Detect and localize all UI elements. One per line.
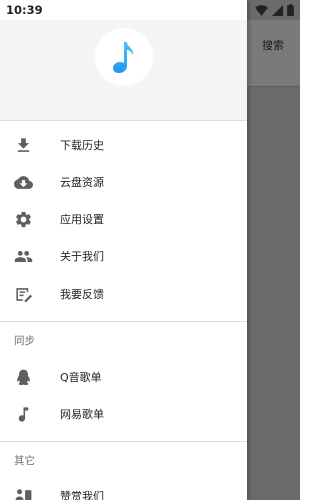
battery-icon — [287, 4, 294, 16]
settings-icon — [16, 211, 31, 228]
menu-item-netease-playlist[interactable]: 网易歌单 — [0, 396, 247, 433]
divider — [0, 120, 247, 121]
divider — [0, 321, 247, 322]
drawer-header — [0, 20, 247, 120]
menu-item-reward-us[interactable]: 赞赏我们 — [0, 478, 247, 500]
download-icon — [17, 138, 30, 152]
menu-item-qq-playlist[interactable]: Q音歌单 — [0, 359, 247, 396]
app-screen: 搜索 下载历史 云盘资源 应用设置 关于我们 我要反馈 同步 Q音歌单 网易歌单… — [0, 0, 300, 500]
menu-item-download-history[interactable]: 下载历史 — [0, 127, 247, 164]
signal-icon — [272, 4, 283, 16]
background-divider — [247, 86, 300, 87]
section-title-other: 其它 — [14, 455, 35, 467]
wifi-icon — [255, 4, 268, 16]
status-bar: 10:39 — [0, 0, 300, 20]
cloud-download-icon — [14, 176, 33, 189]
menu-item-cloud-resources[interactable]: 云盘资源 — [0, 164, 247, 201]
music-note-icon — [113, 42, 134, 73]
status-time: 10:39 — [6, 3, 43, 17]
menu-item-label: 关于我们 — [60, 250, 104, 263]
menu-item-label: Q音歌单 — [60, 371, 102, 384]
navigation-drawer: 下载历史 云盘资源 应用设置 关于我们 我要反馈 同步 Q音歌单 网易歌单 其它… — [0, 0, 247, 500]
menu-item-label: 应用设置 — [60, 213, 104, 226]
people-icon — [14, 250, 33, 263]
menu-item-feedback[interactable]: 我要反馈 — [0, 276, 247, 313]
menu-item-label: 赞赏我们 — [60, 490, 104, 500]
menu-item-label: 我要反馈 — [60, 288, 104, 301]
qq-icon — [17, 369, 30, 386]
menu-item-app-settings[interactable]: 应用设置 — [0, 201, 247, 238]
section-title-sync: 同步 — [14, 335, 35, 347]
music-note-icon — [18, 407, 29, 422]
status-icons — [255, 4, 294, 16]
search-button[interactable]: 搜索 — [262, 37, 284, 53]
divider — [0, 441, 247, 442]
menu-item-label: 网易歌单 — [60, 408, 104, 421]
feedback-icon — [16, 288, 33, 303]
app-logo — [95, 28, 153, 86]
menu-item-label: 下载历史 — [60, 139, 104, 152]
menu-item-label: 云盘资源 — [60, 176, 104, 189]
background-toolbar — [247, 20, 300, 86]
menu-item-about-us[interactable]: 关于我们 — [0, 238, 247, 275]
reward-icon — [15, 489, 32, 500]
